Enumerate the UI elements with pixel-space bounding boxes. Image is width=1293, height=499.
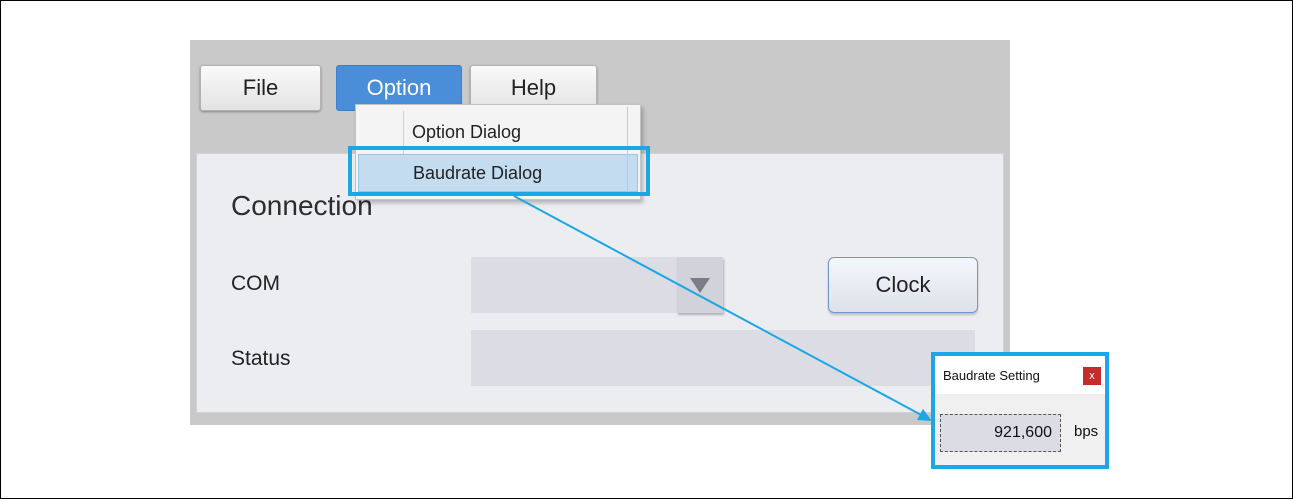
com-label: COM bbox=[231, 272, 280, 295]
baudrate-dialog: Baudrate Setting x 921,600 bps bbox=[931, 352, 1109, 469]
com-select[interactable] bbox=[471, 257, 723, 313]
baudrate-input[interactable]: 921,600 bbox=[940, 414, 1061, 452]
highlight-box bbox=[348, 146, 650, 196]
status-field bbox=[471, 330, 975, 386]
dropdown-arrow-button[interactable] bbox=[677, 257, 723, 313]
close-icon[interactable]: x bbox=[1083, 367, 1101, 385]
baudrate-unit: bps bbox=[1074, 423, 1099, 440]
app-window: File Option Help Connection COM Clock St… bbox=[190, 40, 1010, 425]
dialog-title: Baudrate Setting bbox=[943, 367, 1040, 383]
status-label: Status bbox=[231, 347, 291, 370]
menu-file[interactable]: File bbox=[200, 65, 321, 111]
dialog-title-bar: Baudrate Setting bbox=[935, 356, 1105, 394]
clock-button[interactable]: Clock bbox=[828, 257, 978, 313]
chevron-down-icon bbox=[690, 277, 710, 293]
